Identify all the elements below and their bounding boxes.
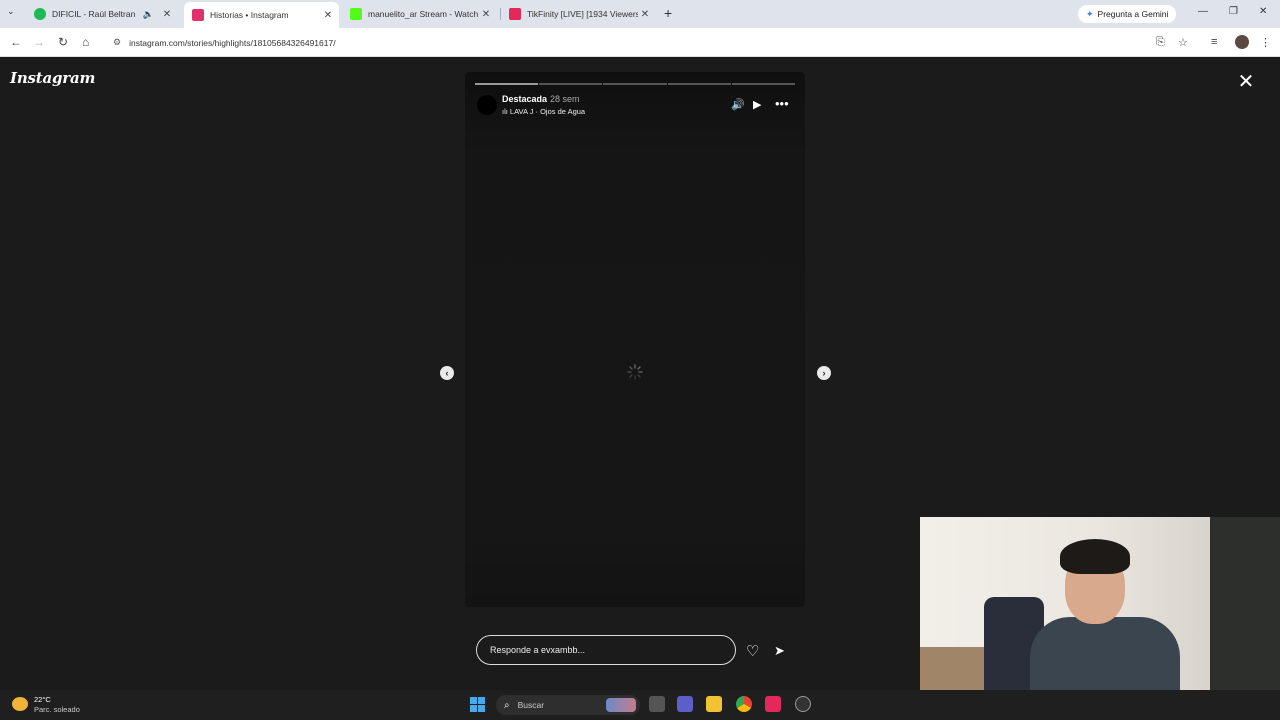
browser-menu-icon[interactable]: ⋮ [1260, 36, 1271, 49]
tab-close-icon[interactable]: ✕ [321, 10, 335, 21]
weather-temperature[interactable]: 22°C [34, 695, 51, 704]
volume-icon[interactable]: 🔊 [731, 98, 745, 111]
url-text: instagram.com/stories/highlights/1810568… [129, 37, 336, 48]
instagram-favicon-icon [192, 9, 204, 21]
gemini-button[interactable]: ✦ Pregunta a Gemini [1078, 5, 1177, 23]
play-icon[interactable]: ▶ [753, 98, 761, 111]
gemini-label: Pregunta a Gemini [1097, 9, 1169, 19]
weather-description[interactable]: Parc. soleado [34, 705, 80, 714]
tab-close-icon[interactable]: ✕ [479, 9, 493, 20]
music-bars-icon: ılı [502, 107, 510, 116]
media-controls-icon[interactable]: ≡ [1211, 36, 1217, 48]
progress-segment [731, 83, 796, 85]
tiktok-live-studio-icon[interactable] [765, 696, 781, 712]
story-time: 28 sem [550, 94, 580, 104]
story-avatar[interactable] [477, 95, 497, 115]
gemini-sparkle-icon: ✦ [1086, 8, 1094, 19]
file-explorer-icon[interactable] [706, 696, 722, 712]
reply-input[interactable]: Responde a evxambb... [476, 635, 736, 665]
obs-icon[interactable] [795, 696, 811, 712]
tab-close-icon[interactable]: ✕ [160, 9, 174, 20]
home-icon[interactable]: ⌂ [82, 35, 89, 49]
address-bar[interactable]: ⚙ instagram.com/stories/highlights/18105… [105, 32, 1195, 53]
forward-arrow-icon[interactable]: → [33, 35, 45, 49]
tab-title: manuelito_ar Stream - Watch Li [368, 9, 479, 19]
tikfinity-favicon-icon [509, 8, 521, 20]
tab-title: DIFICIL - Raúl Beltran [52, 9, 136, 19]
like-heart-icon[interactable]: ♡ [746, 642, 759, 660]
search-icon: ⌕ [504, 699, 510, 711]
tab-title: TikFinity [LIVE] [1934 Viewers] [527, 9, 638, 19]
story-progress [475, 83, 796, 85]
tab-spotify[interactable]: DIFICIL - Raúl Beltran 🔈 ✕ [26, 3, 178, 25]
reload-icon[interactable]: ↻ [58, 35, 68, 49]
webcam-person-hair [1060, 539, 1130, 574]
progress-segment [667, 83, 731, 85]
restore-icon[interactable]: ❐ [1229, 6, 1238, 17]
progress-segment [475, 83, 539, 85]
instagram-logo[interactable]: Instagram [10, 69, 95, 87]
weather-sun-icon[interactable] [12, 697, 28, 711]
send-message-icon[interactable]: ➤ [774, 643, 785, 659]
spotify-favicon-icon [34, 8, 46, 20]
profile-avatar[interactable] [1235, 35, 1249, 49]
tab-kick[interactable]: manuelito_ar Stream - Watch Li ✕ [342, 3, 497, 25]
story-username[interactable]: Destacada [502, 94, 547, 104]
window-close-icon[interactable]: ✕ [1259, 6, 1267, 17]
tab-search-chevron-icon[interactable]: ⌄ [7, 6, 15, 17]
search-highlight-image [606, 698, 636, 712]
search-label: Buscar [517, 700, 545, 710]
progress-segment [603, 83, 667, 85]
chrome-icon[interactable] [736, 696, 752, 712]
taskbar-search[interactable]: ⌕ Buscar [496, 695, 640, 715]
tab-tikfinity[interactable]: TikFinity [LIVE] [1934 Viewers] ✕ [501, 3, 656, 25]
kick-favicon-icon [350, 8, 362, 20]
site-info-icon[interactable]: ⚙ [113, 37, 121, 48]
tab-instagram[interactable]: Historias • Instagram ✕ [184, 2, 339, 28]
windows-start-icon[interactable] [470, 697, 485, 712]
next-story-arrow-icon[interactable]: › [817, 366, 831, 380]
story-song[interactable]: ılı LAVA J · Ojos de Agua [502, 107, 585, 116]
webcam-overlay [920, 517, 1280, 690]
tab-close-icon[interactable]: ✕ [638, 9, 652, 20]
webcam-background [1210, 517, 1280, 690]
previous-story-arrow-icon[interactable]: ‹ [440, 366, 454, 380]
new-tab-plus-icon[interactable]: + [664, 5, 672, 21]
tab-title: Historias • Instagram [210, 10, 289, 20]
song-title: LAVA J · Ojos de Agua [509, 107, 586, 116]
browser-toolbar: ← → ↻ ⌂ ⚙ instagram.com/stories/highligh… [0, 28, 1280, 57]
speaker-icon[interactable]: 🔈 [143, 9, 154, 20]
bookmark-star-icon[interactable]: ☆ [1178, 36, 1188, 49]
loading-spinner-icon [627, 364, 643, 380]
task-view-icon[interactable] [649, 696, 665, 712]
webcam-person-body [1030, 617, 1180, 690]
more-options-icon[interactable]: ••• [775, 96, 789, 111]
teams-icon[interactable] [677, 696, 693, 712]
story-card[interactable]: Destacada 28 sem ılı LAVA J · Ojos de Ag… [465, 72, 805, 607]
close-story-icon[interactable]: ✕ [1236, 72, 1256, 92]
install-app-icon[interactable]: ⎘ [1156, 36, 1165, 49]
back-arrow-icon[interactable]: ← [10, 35, 22, 49]
minimize-icon[interactable]: — [1198, 6, 1208, 17]
windows-taskbar: 22°C Parc. soleado ⌕ Buscar [0, 690, 1280, 720]
progress-segment [539, 83, 603, 85]
browser-tabstrip: ⌄ DIFICIL - Raúl Beltran 🔈 ✕ Historias •… [0, 0, 1280, 28]
